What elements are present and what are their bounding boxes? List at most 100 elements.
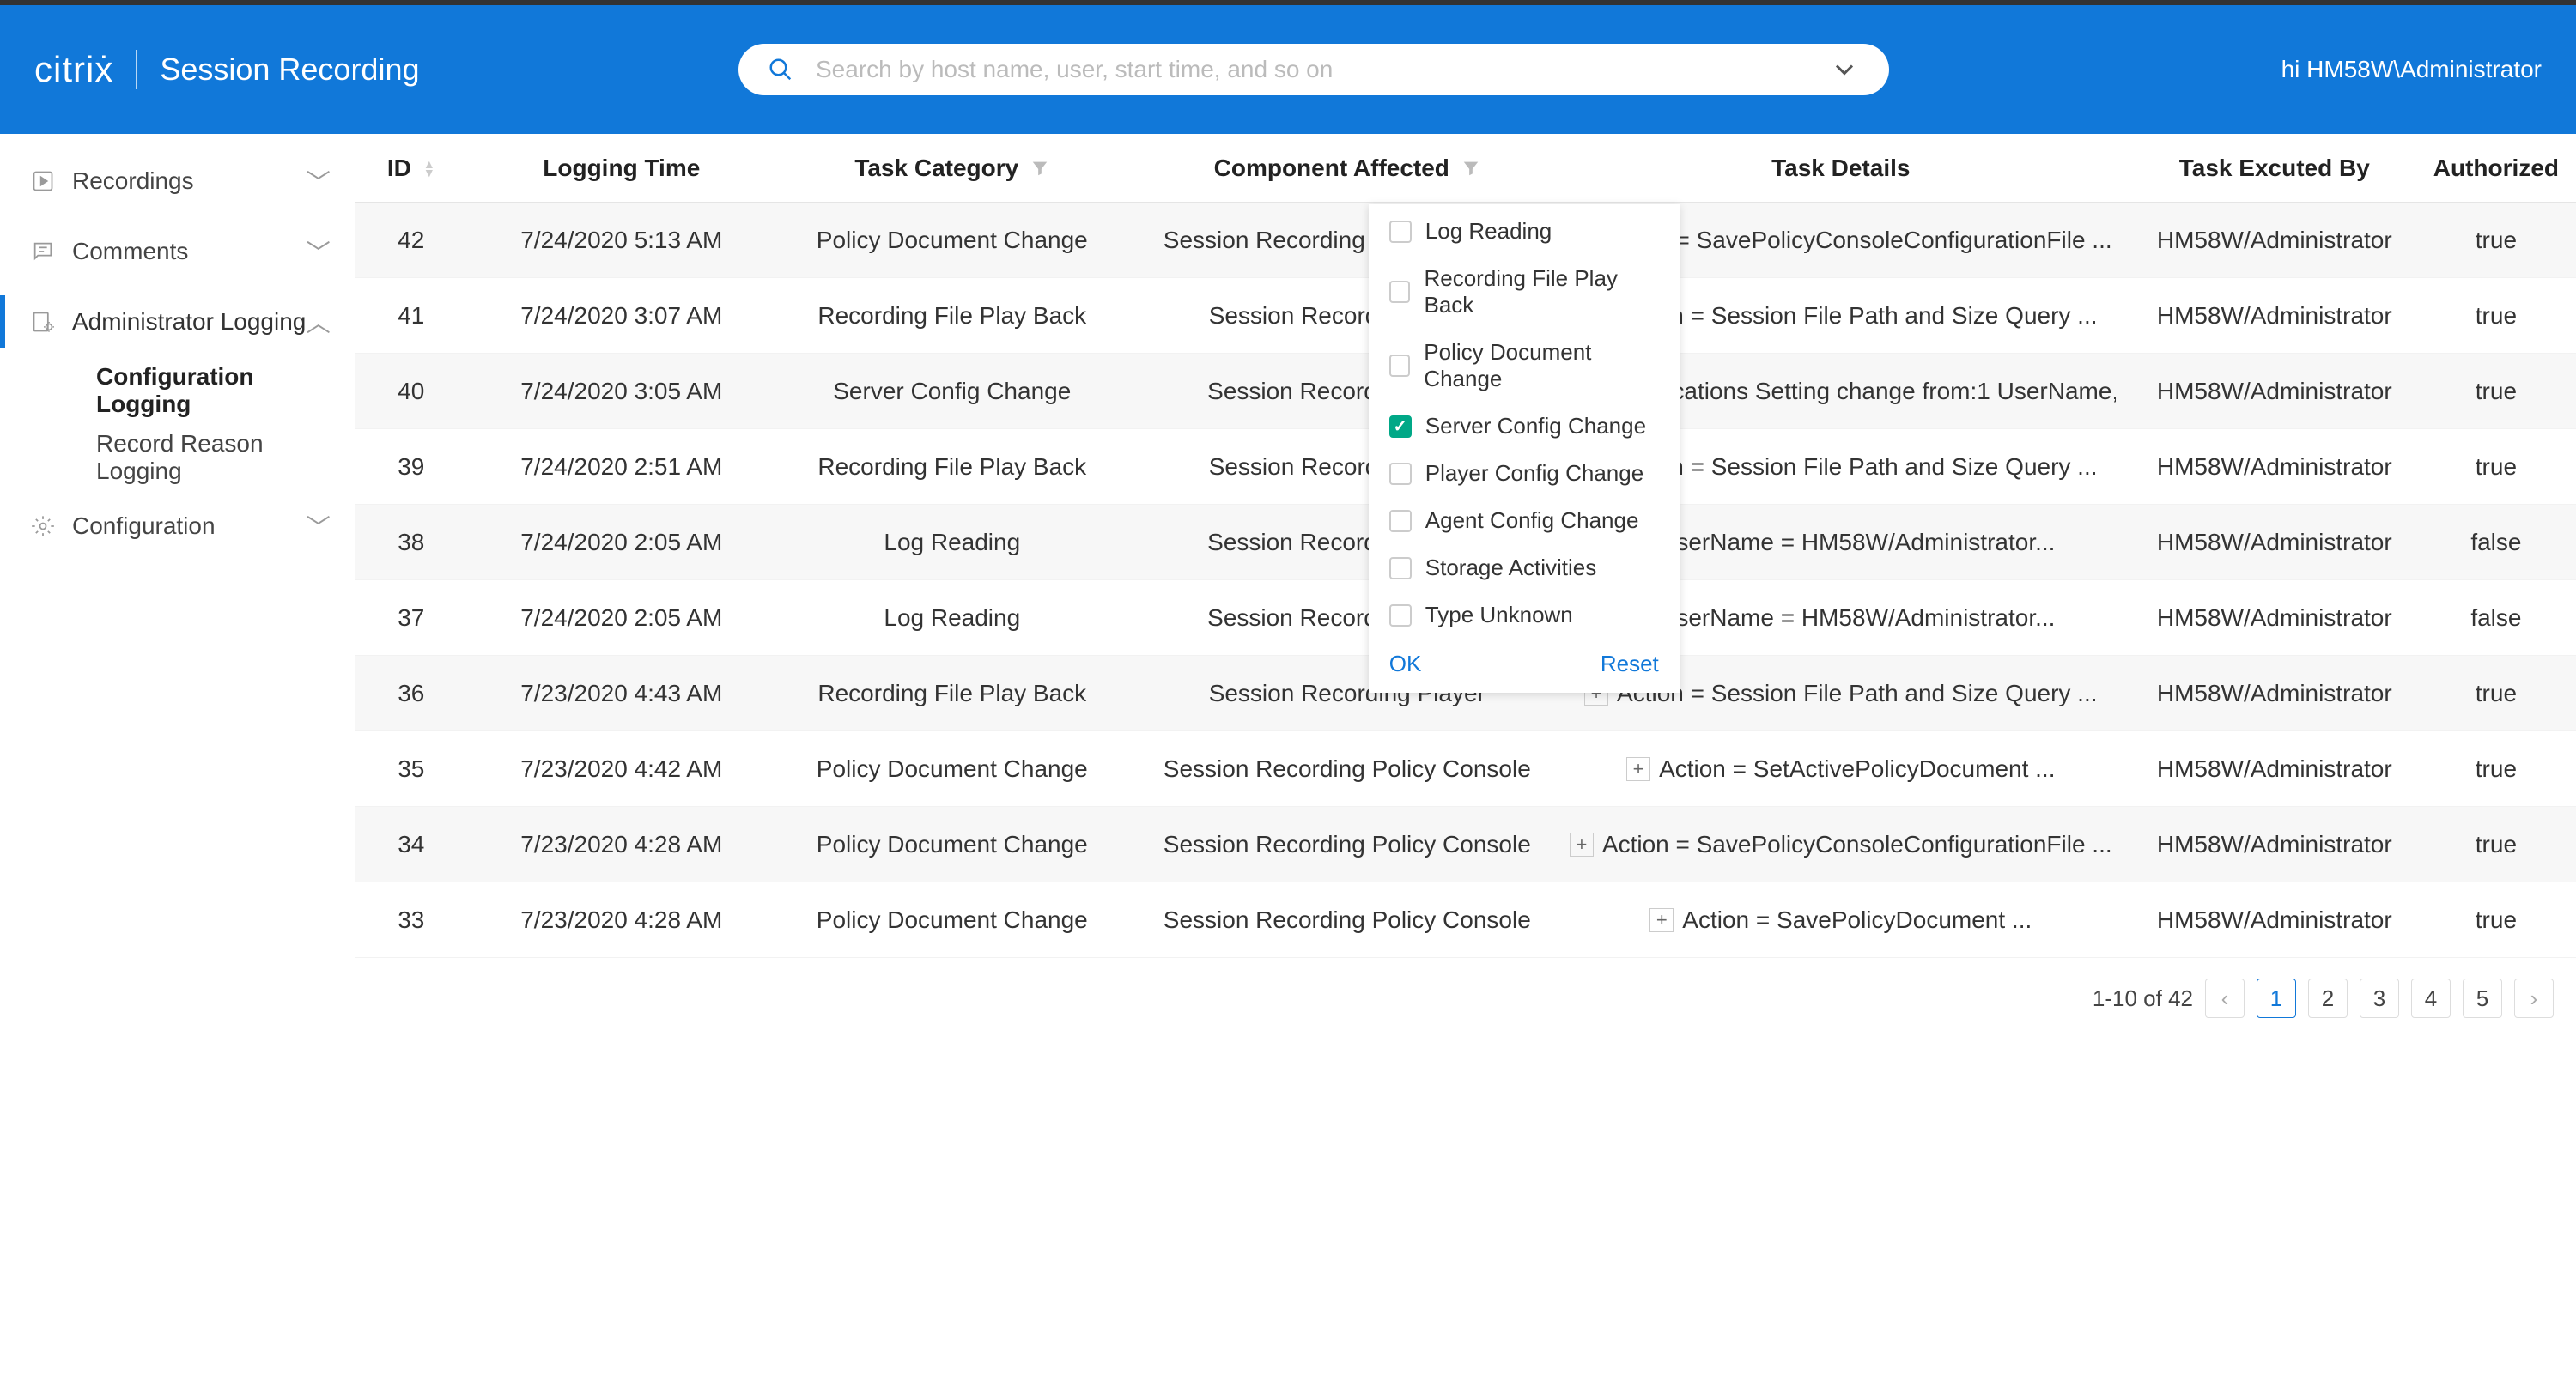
pagination-next-button[interactable]: › — [2514, 979, 2554, 1018]
col-header-task-executed-by[interactable]: Task Excuted By — [2116, 155, 2433, 182]
cell-authorized: true — [2433, 906, 2576, 934]
search-input[interactable] — [814, 55, 1829, 84]
cell-time: 7/24/2020 2:51 AM — [467, 453, 776, 481]
filter-option-storage-activities[interactable]: Storage Activities — [1369, 544, 1680, 591]
col-header-task-details[interactable]: Task Details — [1566, 155, 2116, 182]
pagination-page-2[interactable]: 2 — [2308, 979, 2348, 1018]
expand-icon[interactable]: + — [1649, 908, 1674, 932]
filter-option-policy-document-change[interactable]: Policy Document Change — [1369, 329, 1680, 403]
cell-category: Policy Document Change — [776, 755, 1128, 783]
sidebar-subitem-record-reason-logging[interactable]: Record Reason Logging — [0, 424, 355, 491]
cell-category: Policy Document Change — [776, 906, 1128, 934]
filter-icon[interactable] — [1030, 159, 1049, 178]
filter-option-recording-file-play-back[interactable]: Recording File Play Back — [1369, 255, 1680, 329]
cell-time: 7/23/2020 4:42 AM — [467, 755, 776, 783]
cell-time: 7/23/2020 4:28 AM — [467, 906, 776, 934]
col-header-logging-time[interactable]: Logging Time — [467, 155, 776, 182]
checkbox-icon[interactable] — [1389, 415, 1412, 438]
cell-authorized: false — [2433, 604, 2576, 632]
cell-details: +Action = SavePolicyConsoleConfiguration… — [1566, 831, 2116, 858]
filter-option-label: Log Reading — [1425, 218, 1552, 245]
cell-executed-by: HM58W/Administrator — [2116, 831, 2433, 858]
cell-category: Policy Document Change — [776, 831, 1128, 858]
filter-option-label: Player Config Change — [1425, 460, 1643, 487]
cell-id: 33 — [355, 906, 467, 934]
chevron-up-icon: ︿ — [307, 305, 331, 339]
filter-option-player-config-change[interactable]: Player Config Change — [1369, 450, 1680, 497]
table-row[interactable]: 337/23/2020 4:28 AMPolicy Document Chang… — [355, 882, 2576, 958]
cell-authorized: true — [2433, 378, 2576, 405]
cell-category: Recording File Play Back — [776, 453, 1128, 481]
filter-ok-button[interactable]: OK — [1389, 651, 1422, 677]
cell-time: 7/24/2020 3:07 AM — [467, 302, 776, 330]
table-row[interactable]: 347/23/2020 4:28 AMPolicy Document Chang… — [355, 807, 2576, 882]
filter-option-agent-config-change[interactable]: Agent Config Change — [1369, 497, 1680, 544]
cell-category: Server Config Change — [776, 378, 1128, 405]
pagination-page-4[interactable]: 4 — [2411, 979, 2451, 1018]
filter-option-log-reading[interactable]: Log Reading — [1369, 208, 1680, 255]
body: Recordings﹀Comments﹀Administrator Loggin… — [0, 134, 2576, 1400]
filter-reset-button[interactable]: Reset — [1601, 651, 1659, 677]
filter-option-label: Agent Config Change — [1425, 507, 1639, 534]
sidebar-item-comments[interactable]: Comments﹀ — [0, 216, 355, 287]
table-row[interactable]: 357/23/2020 4:42 AMPolicy Document Chang… — [355, 731, 2576, 807]
sidebar-subitem-configuration-logging[interactable]: Configuration Logging — [0, 357, 355, 424]
cell-authorized: true — [2433, 227, 2576, 254]
cell-authorized: true — [2433, 831, 2576, 858]
cell-category: Log Reading — [776, 529, 1128, 556]
filter-option-label: Server Config Change — [1425, 413, 1646, 439]
brand-text: citri — [34, 49, 94, 90]
checkbox-icon[interactable] — [1389, 463, 1412, 485]
checkbox-icon[interactable] — [1389, 221, 1412, 243]
filter-option-label: Storage Activities — [1425, 555, 1596, 581]
chevron-down-icon: ﹀ — [307, 234, 331, 269]
cell-id: 41 — [355, 302, 467, 330]
cell-time: 7/23/2020 4:43 AM — [467, 680, 776, 707]
filter-option-type-unknown[interactable]: Type Unknown — [1369, 591, 1680, 639]
checkbox-icon[interactable] — [1389, 510, 1412, 532]
col-header-id[interactable]: ID ▲▼ — [355, 155, 467, 182]
col-header-task-category[interactable]: Task Category — [776, 155, 1128, 182]
cell-executed-by: HM58W/Administrator — [2116, 604, 2433, 632]
cell-executed-by: HM58W/Administrator — [2116, 227, 2433, 254]
cell-authorized: true — [2433, 755, 2576, 783]
checkbox-icon[interactable] — [1389, 281, 1411, 303]
checkbox-icon[interactable] — [1389, 557, 1412, 579]
chevron-down-icon: ﹀ — [307, 164, 331, 198]
current-user-label: hi HM58W\Administrator — [2281, 56, 2542, 83]
cell-component: Session Recording Policy Console — [1128, 755, 1566, 783]
cell-details: +Action = SetActivePolicyDocument ... — [1566, 755, 2116, 783]
cell-id: 34 — [355, 831, 467, 858]
filter-icon[interactable] — [1461, 159, 1480, 178]
sidebar-item-configuration[interactable]: Configuration﹀ — [0, 491, 355, 561]
cell-authorized: true — [2433, 680, 2576, 707]
filter-option-server-config-change[interactable]: Server Config Change — [1369, 403, 1680, 450]
col-header-authorized[interactable]: Authorized — [2433, 155, 2576, 182]
pagination-page-3[interactable]: 3 — [2360, 979, 2399, 1018]
filter-option-label: Type Unknown — [1425, 602, 1573, 628]
pagination-page-1[interactable]: 1 — [2257, 979, 2296, 1018]
pagination-prev-button[interactable]: ‹ — [2205, 979, 2245, 1018]
cell-authorized: false — [2433, 529, 2576, 556]
cell-time: 7/24/2020 2:05 AM — [467, 604, 776, 632]
checkbox-icon[interactable] — [1389, 604, 1412, 627]
filter-option-label: Recording File Play Back — [1424, 265, 1658, 318]
sidebar-item-label: Administrator Logging — [72, 308, 307, 336]
search-bar[interactable] — [738, 44, 1889, 95]
sidebar-item-administrator-logging[interactable]: Administrator Logging︿ — [0, 287, 355, 357]
pagination-page-5[interactable]: 5 — [2463, 979, 2502, 1018]
expand-icon[interactable]: + — [1570, 833, 1594, 857]
cell-time: 7/24/2020 2:05 AM — [467, 529, 776, 556]
col-header-component-affected[interactable]: Component Affected — [1128, 155, 1566, 182]
cell-category: Recording File Play Back — [776, 302, 1128, 330]
cell-executed-by: HM58W/Administrator — [2116, 680, 2433, 707]
admin-icon — [24, 310, 62, 334]
search-dropdown-icon[interactable] — [1829, 54, 1860, 85]
sidebar-item-recordings[interactable]: Recordings﹀ — [0, 146, 355, 216]
checkbox-icon[interactable] — [1389, 355, 1411, 377]
cell-id: 36 — [355, 680, 467, 707]
task-category-filter-popup: Log Reading Recording File Play Back Polic… — [1369, 204, 1680, 693]
cell-id: 40 — [355, 378, 467, 405]
cell-id: 39 — [355, 453, 467, 481]
expand-icon[interactable]: + — [1626, 757, 1650, 781]
